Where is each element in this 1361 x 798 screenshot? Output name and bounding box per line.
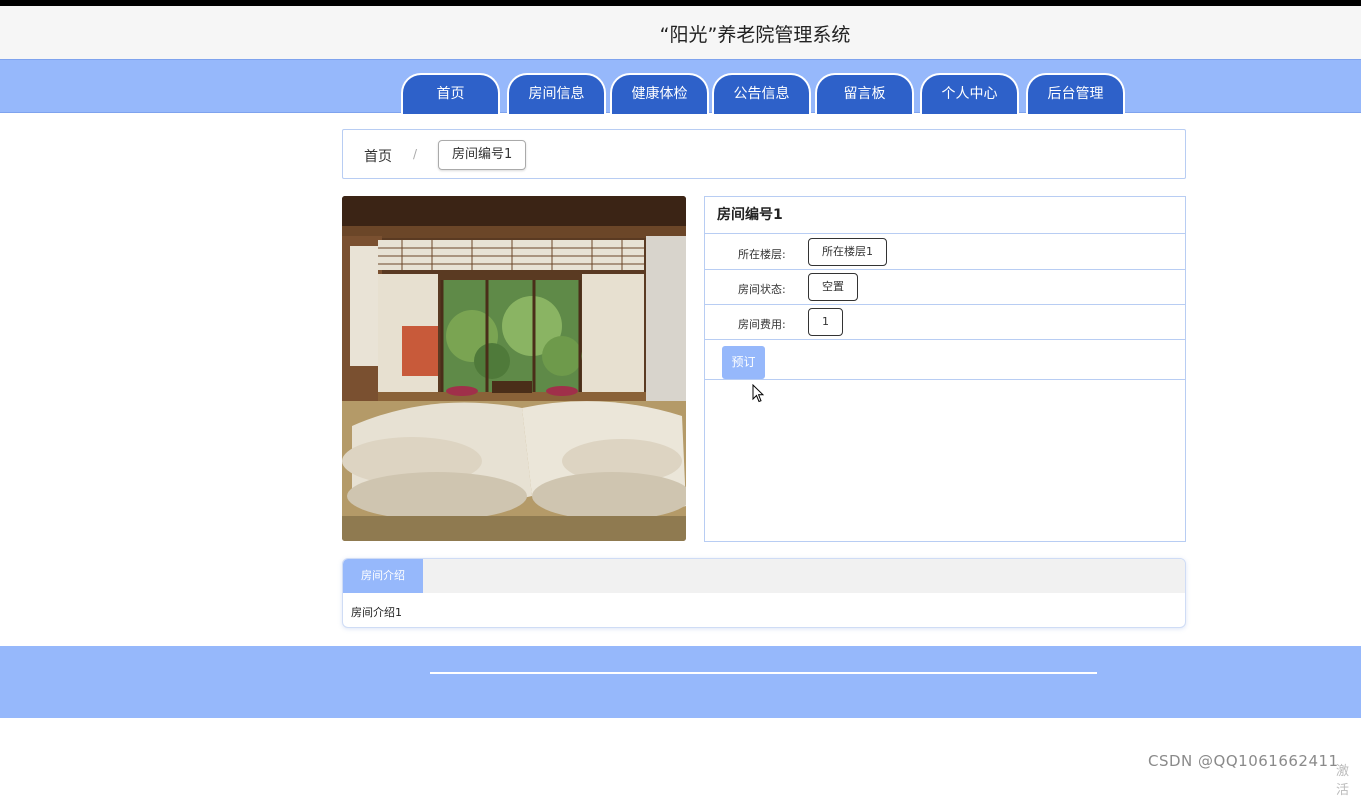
- footer: [0, 646, 1361, 718]
- room-name: 房间编号1: [705, 197, 1185, 234]
- floor-value: 所在楼层1: [808, 238, 887, 266]
- activation-watermark: 激活: [1336, 764, 1350, 798]
- fee-label: 房间费用:: [738, 318, 786, 331]
- watermark-text: CSDN @QQ1061662411: [1148, 752, 1339, 770]
- nav-item-rooms[interactable]: 房间信息: [507, 73, 606, 114]
- room-photo: [342, 196, 686, 541]
- floor-row: 所在楼层: 所在楼层1: [705, 234, 1185, 270]
- main-nav: 首页 房间信息 健康体检 公告信息 留言板 个人中心 后台管理: [0, 59, 1361, 114]
- nav-item-announcements[interactable]: 公告信息: [712, 73, 811, 114]
- nav-item-home[interactable]: 首页: [401, 73, 500, 114]
- breadcrumb: 首页 / 房间编号1: [342, 129, 1186, 179]
- mouse-cursor-icon: [752, 384, 764, 403]
- tab-room-intro[interactable]: 房间介绍: [343, 559, 423, 593]
- intro-tab-bar: 房间介绍: [343, 559, 1185, 593]
- fee-row: 房间费用: 1: [705, 305, 1185, 340]
- fee-value: 1: [808, 308, 843, 336]
- breadcrumb-current[interactable]: 房间编号1: [438, 140, 527, 170]
- nav-item-health-check[interactable]: 健康体检: [610, 73, 709, 114]
- action-row: 预订: [705, 340, 1185, 380]
- room-intro-panel: 房间介绍 房间介绍1: [342, 558, 1186, 628]
- breadcrumb-home-link[interactable]: 首页: [364, 146, 392, 166]
- site-title: “阳光”养老院管理系统: [659, 24, 851, 46]
- nav-item-message-board[interactable]: 留言板: [815, 73, 914, 114]
- room-detail-panel: 房间编号1 所在楼层: 所在楼层1 房间状态: 空置 房间费用: 1 预订: [704, 196, 1186, 542]
- status-label: 房间状态:: [738, 283, 786, 296]
- title-bar: “阳光”养老院管理系统: [0, 6, 1361, 59]
- floor-label: 所在楼层:: [738, 248, 786, 261]
- status-value: 空置: [808, 273, 858, 301]
- nav-item-admin[interactable]: 后台管理: [1026, 73, 1125, 114]
- status-row: 房间状态: 空置: [705, 270, 1185, 305]
- footer-divider: [430, 672, 1097, 674]
- book-button[interactable]: 预订: [722, 346, 765, 379]
- room-intro-text: 房间介绍1: [351, 606, 402, 619]
- nav-item-profile[interactable]: 个人中心: [920, 73, 1019, 114]
- breadcrumb-separator: /: [413, 147, 418, 161]
